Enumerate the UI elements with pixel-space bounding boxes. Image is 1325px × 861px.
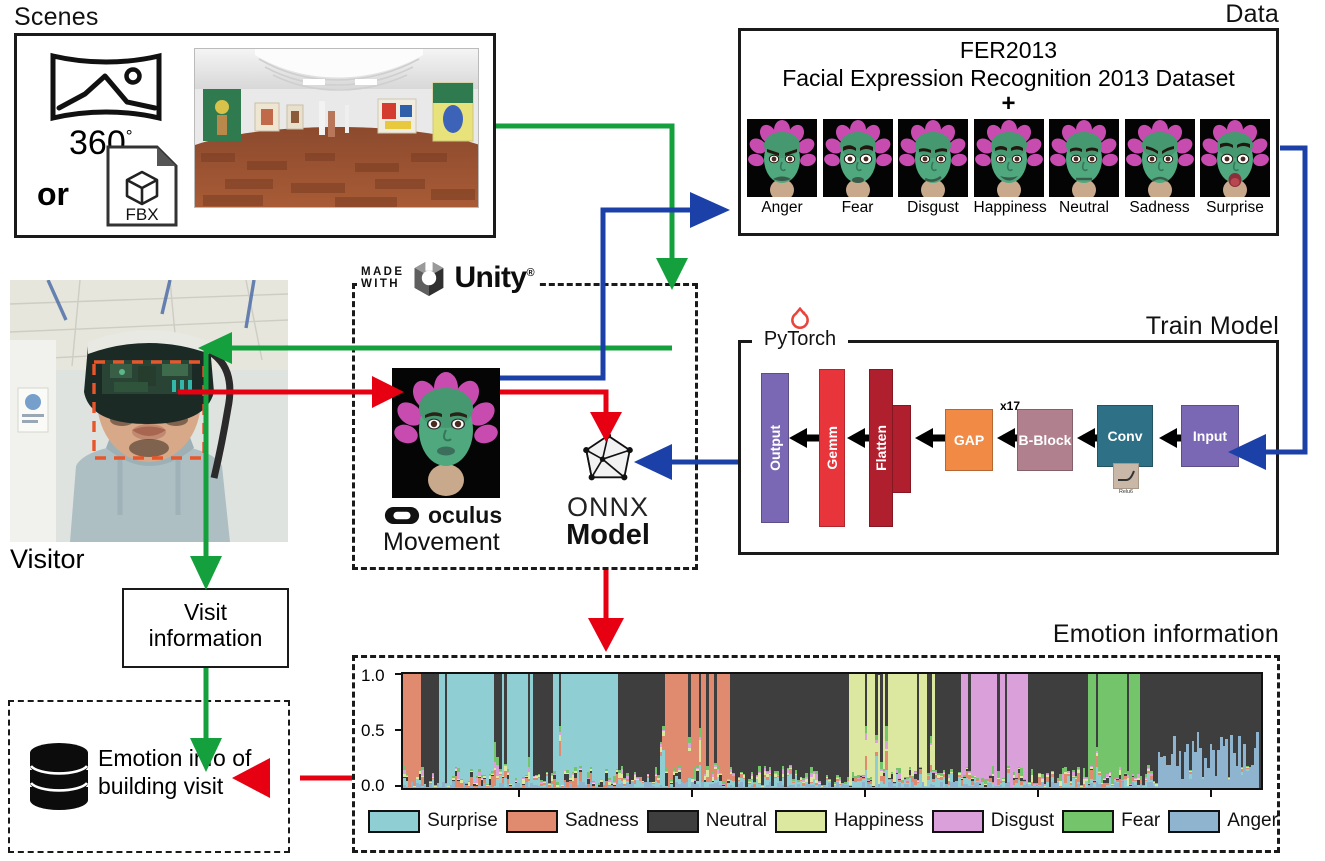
train-section-title: Train Model xyxy=(1145,312,1279,340)
y-tick-0: 0.0 xyxy=(361,776,385,795)
green-arrow-to-visit-info xyxy=(190,556,222,590)
legend-item: Disgust xyxy=(931,809,1055,833)
train-model-panel: Output Gemm Flatten GAP B-Block x17 Conv… xyxy=(738,340,1279,555)
emotion-face-image xyxy=(973,118,1044,197)
emotion-face-cell: Anger xyxy=(747,118,817,217)
emotion-face-cell: Sadness xyxy=(1124,118,1195,217)
legend-swatch xyxy=(775,809,828,833)
emotion-face-cell: Happiness xyxy=(973,118,1047,217)
y-tick-05: 0.5 xyxy=(361,721,385,740)
emotion-face-image xyxy=(747,118,817,197)
emotion-face-image xyxy=(1049,118,1119,197)
legend-swatch xyxy=(368,809,421,833)
legend-swatch xyxy=(931,809,984,833)
y-tick-1: 1.0 xyxy=(361,666,385,685)
scenes-panel: 360° or FBX xyxy=(14,33,496,238)
movement-label: Movement xyxy=(383,528,500,556)
emotion-face-label: Disgust xyxy=(907,198,959,216)
oculus-avatar-image xyxy=(392,368,500,498)
chart-column xyxy=(1256,674,1259,788)
network-arrows xyxy=(789,428,1181,448)
emotion-face-image xyxy=(822,118,893,197)
emotion-face-cell: Surprise xyxy=(1200,118,1270,217)
data-section-title: Data xyxy=(1225,0,1279,28)
legend-swatch xyxy=(646,809,699,833)
pytorch-label: PyTorch xyxy=(763,328,837,350)
emotion-face-image xyxy=(898,118,968,197)
legend-label: Neutral xyxy=(705,810,768,831)
visitor-photo xyxy=(10,280,288,542)
emotion-stacked-area-chart xyxy=(401,672,1263,790)
panorama-scene-image xyxy=(194,48,479,208)
emotion-section-title: Emotion information xyxy=(1052,620,1279,648)
made-with-text: MADE WITH xyxy=(361,265,405,290)
emotion-face-label: Sadness xyxy=(1129,198,1190,216)
emotion-information-panel: 1.0 0.5 0.0 Surprise Sadness Neutral Happin… xyxy=(352,655,1280,853)
emotion-face-label: Fear xyxy=(841,198,874,216)
onnx-model-group: ONNX Model xyxy=(556,432,660,552)
made-with-unity-logo: MADE WITH Unity® xyxy=(357,258,538,298)
emotion-face-cell: Fear xyxy=(822,118,893,217)
database-cylinder-icon xyxy=(29,743,89,810)
plus-sign: + xyxy=(1001,90,1016,117)
legend-swatch xyxy=(1062,809,1115,833)
legend-label: Fear xyxy=(1121,810,1161,831)
unity-cube-icon xyxy=(415,260,444,296)
legend-label: Anger xyxy=(1227,810,1278,831)
legend-item: Neutral xyxy=(646,809,768,833)
emotion-face-gallery: Anger Fear Disgust Happiness Neutral Sad… xyxy=(741,115,1276,217)
legend-swatch xyxy=(1168,809,1221,833)
visit-information-box: Visit information xyxy=(122,588,289,668)
legend-label: Disgust xyxy=(990,810,1055,831)
emotion-db-box: Emotion info of building visit xyxy=(8,700,290,853)
or-label: or xyxy=(37,176,69,212)
fbx-file-icon: FBX xyxy=(105,144,179,228)
legend-item: Anger xyxy=(1168,809,1278,833)
model-label: Model xyxy=(566,519,650,551)
network-diagram: Output Gemm Flatten GAP B-Block x17 Conv… xyxy=(741,343,1282,558)
onnx-polyhedron-icon xyxy=(583,432,633,481)
legend-label: Surprise xyxy=(427,810,498,831)
emotion-face-label: Anger xyxy=(761,198,803,216)
red-arrow-to-chart xyxy=(588,618,624,652)
dataset-name: FER2013 xyxy=(959,37,1058,63)
unity-wordmark: Unity® xyxy=(454,261,534,294)
emotion-face-cell: Disgust xyxy=(898,118,968,217)
chart-segment xyxy=(1256,731,1259,788)
oculus-label: oculus xyxy=(428,502,503,528)
emotion-face-label: Neutral xyxy=(1059,198,1109,216)
visit-information-text: Visit information xyxy=(148,599,263,651)
scenes-section-title: Scenes xyxy=(14,3,99,31)
emotion-face-label: Happiness xyxy=(973,198,1047,216)
oculus-logo-icon xyxy=(384,506,420,525)
legend-item: Fear xyxy=(1062,809,1161,833)
data-panel: FER2013 Facial Expression Recognition 20… xyxy=(738,28,1279,236)
dataset-fullname: Facial Expression Recognition 2013 Datas… xyxy=(782,65,1235,91)
svg-text:FBX: FBX xyxy=(125,205,158,224)
chart-legend: Surprise Sadness Neutral Happiness Disgust Fe… xyxy=(368,804,1278,838)
legend-item: Sadness xyxy=(505,809,639,833)
blue-arrow-to-data xyxy=(690,192,730,228)
emotion-face-image xyxy=(1124,118,1195,197)
pytorch-badge: PyTorch xyxy=(752,307,848,349)
oculus-brand-row: oculus xyxy=(383,502,513,529)
panorama-360-icon xyxy=(47,50,165,124)
chart-segment xyxy=(1256,674,1259,732)
legend-item: Happiness xyxy=(775,809,924,833)
legend-swatch xyxy=(505,809,558,833)
legend-label: Sadness xyxy=(564,810,639,831)
emotion-face-cell: Neutral xyxy=(1049,118,1119,217)
emotion-db-text: Emotion info of building visit xyxy=(98,745,252,799)
pytorch-flame-icon xyxy=(791,307,809,329)
legend-label: Happiness xyxy=(834,810,924,831)
visitor-label: Visitor xyxy=(10,544,85,574)
emotion-face-image xyxy=(1200,118,1270,197)
legend-item: Surprise xyxy=(368,809,498,833)
emotion-face-label: Surprise xyxy=(1206,198,1264,216)
